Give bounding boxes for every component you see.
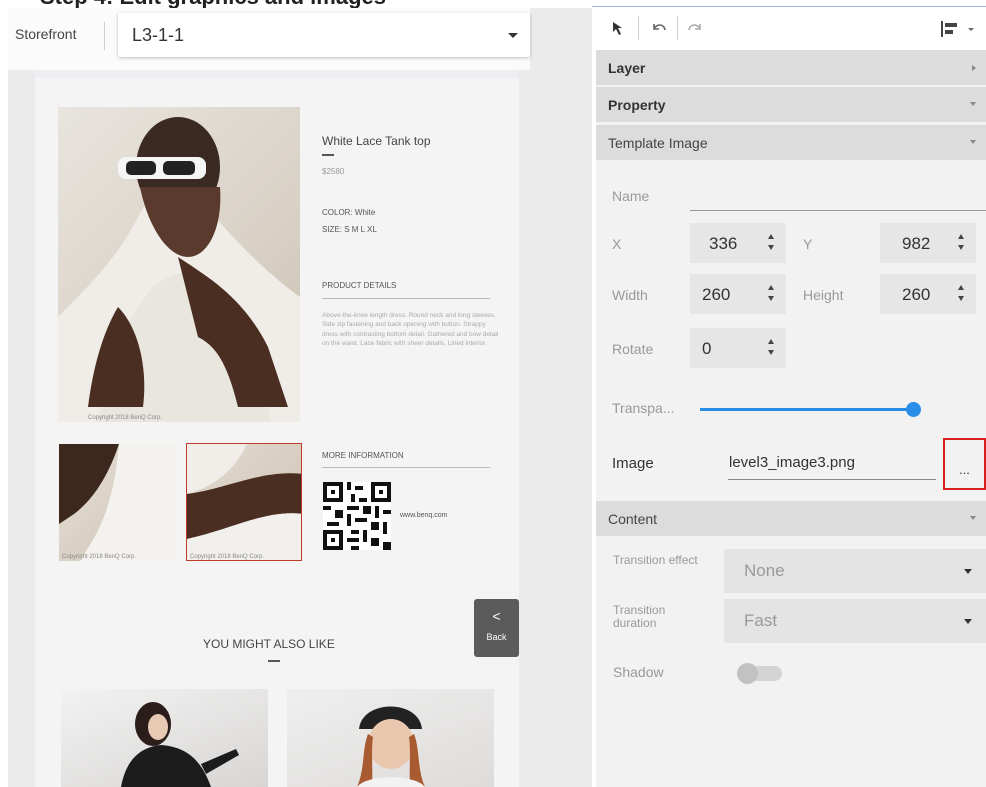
chevron-left-icon: <	[492, 608, 501, 624]
qr-code	[323, 482, 391, 550]
more-info-heading: MORE INFORMATION	[322, 451, 404, 460]
toolbar-divider	[638, 16, 639, 40]
also-like-dash	[268, 660, 280, 662]
name-underline	[690, 210, 986, 211]
section-content-title: Content	[608, 511, 658, 527]
y-label: Y	[803, 236, 813, 252]
toolbar-divider	[104, 22, 105, 50]
height-value: 260	[902, 285, 931, 304]
width-input[interactable]: 260	[690, 274, 786, 314]
section-content[interactable]: Content	[596, 501, 986, 537]
section-layer[interactable]: Layer	[596, 50, 986, 86]
transition-duration-value: Fast	[744, 611, 778, 630]
top-banner: Step 4: Edit graphics and images	[0, 0, 986, 8]
transition-duration-label: Transition duration	[613, 603, 666, 630]
page-select[interactable]: L3-1-1	[118, 13, 530, 57]
y-input[interactable]: 982	[880, 223, 976, 263]
image-caption: Copyright 2018 BenQ Corp.	[88, 415, 163, 421]
product-size: SIZE: S M L XL	[322, 225, 377, 234]
banner-rule	[592, 6, 986, 7]
recommendation-image[interactable]	[287, 689, 494, 787]
panel-toolbar	[596, 8, 986, 50]
product-thumbnail[interactable]: Copyright 2018 BenQ Corp.	[59, 444, 176, 561]
banner-text: Step 4: Edit graphics and images	[40, 0, 386, 8]
height-label: Height	[803, 287, 844, 303]
section-property[interactable]: Property	[596, 87, 986, 123]
section-template-image[interactable]: Template Image	[596, 125, 986, 161]
transparency-label: Transpa...	[612, 400, 675, 416]
width-value: 260	[702, 285, 731, 304]
chevron-right-icon	[972, 65, 976, 71]
x-value: 336	[709, 234, 738, 253]
transition-effect-value: None	[744, 561, 785, 580]
chevron-down-icon	[964, 569, 972, 574]
chevron-down-icon	[508, 33, 518, 38]
chevron-down-icon	[970, 102, 976, 106]
y-value: 982	[902, 234, 931, 253]
transition-effect-label: Transition effect	[613, 553, 698, 567]
undo-icon[interactable]	[648, 18, 670, 40]
product-main-image[interactable]: Copyright 2018 BenQ Corp.	[58, 107, 300, 422]
rotate-label: Rotate	[612, 341, 654, 357]
x-label: X	[612, 236, 622, 252]
transparency-slider[interactable]	[700, 408, 915, 411]
image-caption: Copyright 2018 BenQ Corp.	[62, 554, 137, 560]
redo-icon[interactable]	[684, 18, 706, 40]
page-select-value: L3-1-1	[132, 25, 185, 45]
stepper-icon[interactable]	[958, 234, 968, 252]
toolbar-divider	[677, 16, 678, 40]
transition-effect-select[interactable]: None	[724, 549, 986, 593]
x-input[interactable]: 336	[690, 223, 786, 263]
product-thumbnail-selected[interactable]: Copyright 2018 BenQ Corp.	[186, 443, 302, 561]
image-label: Image	[612, 455, 654, 472]
section-property-title: Property	[608, 97, 666, 113]
select-arrow-icon[interactable]	[609, 18, 631, 40]
storefront-label: Storefront	[15, 26, 77, 42]
details-heading: PRODUCT DETAILS	[322, 281, 397, 290]
also-like-heading: YOU MIGHT ALSO LIKE	[203, 637, 335, 651]
stepper-icon[interactable]	[768, 339, 778, 357]
shadow-toggle-knob[interactable]	[737, 663, 758, 684]
height-input[interactable]: 260	[880, 274, 976, 314]
chevron-down-icon	[964, 619, 972, 624]
image-filename-input[interactable]: level3_image3.png	[729, 454, 855, 471]
image-caption: Copyright 2018 BenQ Corp.	[190, 554, 265, 560]
product-url[interactable]: www.benq.com	[400, 512, 447, 519]
details-divider	[322, 298, 490, 299]
product-title: White Lace Tank top	[322, 134, 431, 148]
section-layer-title: Layer	[608, 60, 646, 76]
section-template-image-title: Template Image	[608, 135, 708, 151]
back-button[interactable]: < Back	[474, 599, 519, 657]
product-price: $2580	[322, 167, 345, 176]
chevron-down-icon	[970, 516, 976, 520]
image-underline	[728, 479, 936, 480]
name-label: Name	[612, 188, 650, 204]
width-label: Width	[612, 287, 648, 303]
shadow-label: Shadow	[613, 664, 664, 680]
rotate-value: 0	[702, 339, 712, 358]
browse-image-button[interactable]: ...	[943, 438, 986, 490]
transition-duration-select[interactable]: Fast	[724, 599, 986, 643]
browse-image-label: ...	[959, 462, 970, 477]
back-label: Back	[486, 632, 507, 642]
chevron-down-icon[interactable]	[960, 18, 982, 40]
stepper-icon[interactable]	[958, 285, 968, 303]
more-info-divider	[322, 467, 490, 468]
product-color: COLOR: White	[322, 208, 376, 217]
chevron-down-icon	[970, 140, 976, 144]
recommendation-image[interactable]	[61, 689, 268, 787]
stepper-icon[interactable]	[768, 234, 778, 252]
transparency-slider-handle[interactable]	[906, 402, 921, 417]
rotate-input[interactable]: 0	[690, 328, 786, 368]
align-icon[interactable]	[938, 18, 960, 40]
title-dash	[322, 154, 334, 156]
stepper-icon[interactable]	[768, 285, 778, 303]
product-description: Above-the-knee length dress. Round neck …	[322, 312, 499, 347]
